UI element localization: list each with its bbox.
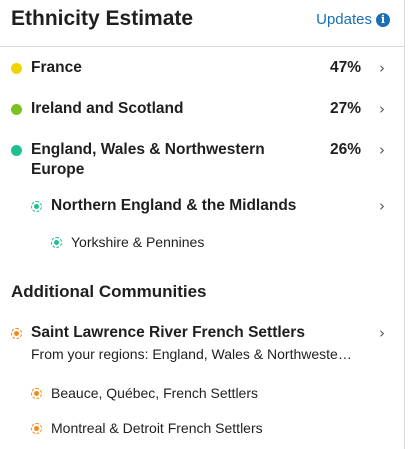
community-child-name: Montreal & Detroit French Settlers (51, 420, 263, 436)
community-child-ring-icon (31, 388, 42, 399)
community-child-ring-icon (31, 423, 42, 434)
community-row[interactable]: Saint Lawrence River French Settlers › F… (0, 323, 405, 365)
info-icon: i (376, 12, 390, 27)
subregion-child-ring-icon (51, 237, 62, 248)
ireland-color-dot (11, 104, 22, 115)
region-row-ireland-scotland[interactable]: Ireland and Scotland 27% › (0, 99, 405, 121)
region-name: Ireland and Scotland (31, 100, 184, 117)
updates-label: Updates (316, 11, 372, 28)
subregion-name: Northern England & the Midlands (51, 197, 297, 214)
subregion-child-row[interactable]: Yorkshire & Pennines (0, 233, 405, 253)
chevron-right-icon: › (379, 59, 385, 77)
region-name-line2: Europe (31, 161, 85, 178)
community-child-row[interactable]: Beauce, Québec, French Settlers (0, 384, 405, 404)
chevron-right-icon: › (379, 197, 385, 215)
region-name: France (31, 59, 82, 76)
community-child-name: Beauce, Québec, French Settlers (51, 385, 258, 401)
subregion-ring-icon (31, 201, 42, 212)
panel-header: Ethnicity Estimate Updates i (0, 0, 404, 47)
chevron-right-icon: › (379, 100, 385, 118)
community-ring-icon (11, 328, 22, 339)
community-name: Saint Lawrence River French Settlers (31, 324, 305, 341)
community-from-text: From your regions: England, Wales & Nort… (31, 346, 352, 362)
chevron-right-icon: › (379, 324, 385, 342)
france-color-dot (11, 63, 22, 74)
community-child-row[interactable]: Montreal & Detroit French Settlers (0, 419, 405, 439)
region-row-england-wales[interactable]: England, Wales & Northwestern Europe 26%… (0, 140, 405, 182)
england-color-dot (11, 145, 22, 156)
region-row-france[interactable]: France 47% › (0, 58, 405, 80)
subregion-row[interactable]: Northern England & the Midlands › (0, 196, 405, 218)
additional-communities-title: Additional Communities (11, 282, 207, 301)
region-percent: 47% (329, 59, 361, 76)
region-name: England, Wales & Northwestern (31, 141, 265, 158)
chevron-right-icon: › (379, 141, 385, 159)
updates-link[interactable]: Updates i (316, 11, 390, 28)
subregion-child-name: Yorkshire & Pennines (71, 234, 205, 250)
ethnicity-panel: Ethnicity Estimate Updates i France 47% … (0, 0, 405, 449)
page-title: Ethnicity Estimate (11, 7, 194, 30)
region-percent: 26% (329, 141, 361, 158)
region-percent: 27% (329, 100, 361, 117)
